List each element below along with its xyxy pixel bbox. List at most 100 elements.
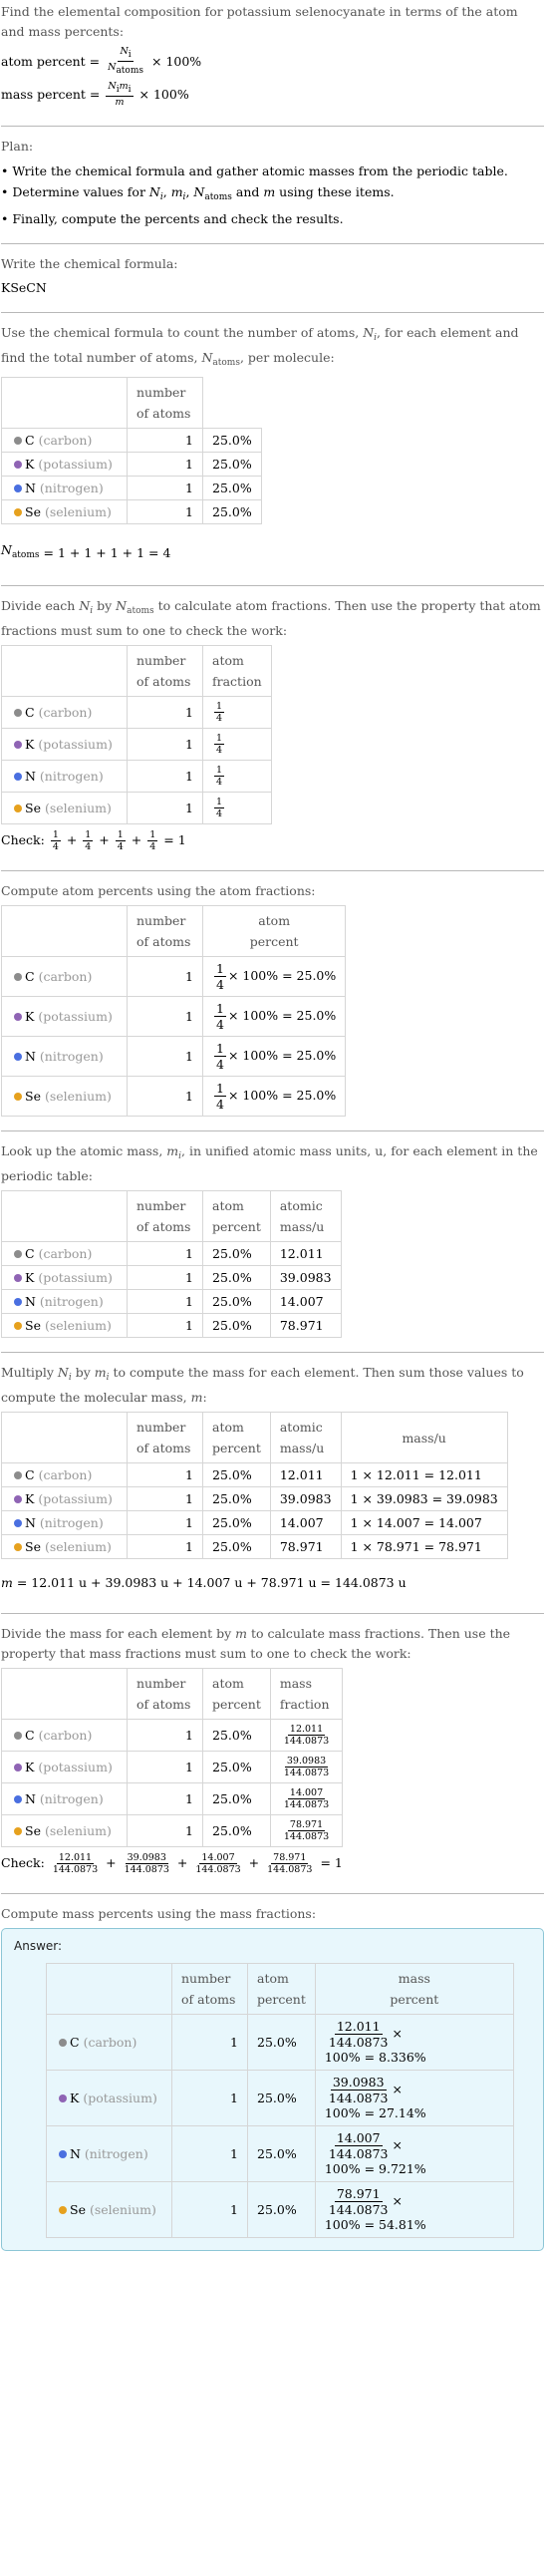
- table-row: N (nitrogen) 1 25.0% 14.007 1 × 14.007 = 14.…: [1, 1510, 508, 1535]
- header-atom-fraction: atom fraction: [202, 645, 272, 697]
- table-row: K (potassium) 1 25.0% 39.0983: [1, 1265, 342, 1290]
- mass-fraction-cell: 39.0983 144.0873: [269, 1751, 344, 1783]
- table-header-row: number of atoms atom percent atomic mass/u …: [1, 1412, 508, 1463]
- element-name: (potassium): [38, 1009, 113, 1024]
- fraction-numerator: 1: [214, 961, 226, 977]
- atom-percent-section: Compute atom percents using the atom fra…: [1, 871, 544, 1130]
- count-intro: Use the chemical formula to count the nu…: [1, 325, 519, 368]
- header-atom-percent: atom percent: [202, 1668, 271, 1720]
- times-sign: ×: [392, 2026, 403, 2041]
- fraction-denominator: 4: [216, 1097, 224, 1112]
- header-number-of-atoms: number of atoms: [127, 1190, 203, 1242]
- element-color-dot-icon: [14, 437, 22, 445]
- times-sign: ×: [392, 2137, 403, 2152]
- element-cell: C (carbon): [1, 1462, 128, 1487]
- plan-item: Finally, compute the percents and check …: [1, 208, 544, 229]
- element-symbol: Se: [25, 801, 41, 815]
- atomic-mass-table: number of atoms atom percent atomic mass/u …: [1, 1190, 342, 1338]
- table-header-row: number of atoms atom percent mass percent: [46, 1963, 514, 2015]
- table-row: N (nitrogen) 1 25.0% 14.007 144.0873 × 100% = …: [46, 2125, 514, 2182]
- mass-percent-section: Compute mass percents using the mass fra…: [1, 1894, 544, 2265]
- atom-percent-cell: 25.0%: [202, 1462, 271, 1487]
- fraction-denominator: 4: [216, 1057, 224, 1072]
- fraction-numerator: 78.971: [287, 1819, 326, 1831]
- atom-percent-cell: 25.0%: [202, 1486, 271, 1511]
- element-name: (potassium): [38, 457, 113, 472]
- check-fraction: 78.971 144.0873: [265, 1852, 314, 1875]
- element-name: (selenium): [89, 2202, 156, 2217]
- formula-section: Write the chemical formula: KSeCN: [1, 244, 544, 312]
- atom-percent-cell: 1 4 × 100% = 25.0%: [201, 1076, 347, 1117]
- atom-percent-cell: 1 4 × 100% = 25.0%: [201, 996, 347, 1037]
- atom-percent-cell: 25.0%: [202, 476, 262, 500]
- element-color-dot-icon: [14, 1471, 22, 1479]
- element-color-dot-icon: [14, 461, 22, 469]
- header-mass-fraction: mass fraction: [269, 1668, 344, 1720]
- atom-count-cell: 1: [127, 1814, 203, 1847]
- atom-count-cell: 1: [127, 792, 203, 824]
- mass-fraction: 78.971 144.0873: [327, 2186, 391, 2217]
- mass-cell: 1 × 78.971 = 78.971: [340, 1534, 508, 1559]
- fraction-denominator: 4: [85, 841, 92, 852]
- mass-cell: 1 × 12.011 = 12.011: [340, 1462, 508, 1487]
- check-fraction: 14: [50, 829, 61, 852]
- table-row: Se (selenium) 1 25.0%: [1, 499, 262, 524]
- table-row: Se (selenium) 1 25.0% 78.971 1 × 78.971 = 78…: [1, 1534, 508, 1559]
- fraction-denominator: 144.0873: [52, 1864, 99, 1875]
- atom-count-cell: 1: [127, 1265, 203, 1290]
- element-symbol: C: [25, 705, 35, 720]
- table-header-row: number of atoms atom percent mass fraction: [1, 1668, 344, 1720]
- mass-fraction: 39.0983 144.0873: [282, 1756, 331, 1778]
- check-fraction: 39.0983 144.0873: [123, 1852, 171, 1875]
- table-header-row: number of atoms atom percent: [1, 905, 347, 957]
- mass-percent-cell: 12.011 144.0873 × 100% = 8.336%: [314, 2014, 514, 2071]
- table-row: N (nitrogen) 1 1 4 × 100% = 25.0%: [1, 1036, 347, 1077]
- mass-fraction-check: Check: 12.011 144.0873 + 39.0983 144.0873 …: [1, 1851, 544, 1875]
- mass-percent-formula: mass percent = Nimi m × 100%: [1, 81, 544, 108]
- mass-fraction-table: number of atoms atom percent mass fraction …: [1, 1668, 344, 1847]
- element-name: (potassium): [38, 737, 113, 752]
- atom-percent-cell: 25.0%: [202, 1289, 271, 1314]
- fraction-denominator: 4: [117, 841, 124, 852]
- element-color-dot-icon: [14, 1519, 22, 1527]
- mass-percent-fraction: Nimi m: [106, 81, 134, 108]
- element-symbol: Se: [25, 1089, 41, 1104]
- fraction-denominator: 4: [216, 977, 224, 992]
- element-cell: N (nitrogen): [1, 1036, 128, 1077]
- element-symbol: K: [25, 737, 35, 752]
- check-fraction: 14: [83, 829, 94, 852]
- element-name: (selenium): [44, 1539, 112, 1554]
- element-color-dot-icon: [14, 1495, 22, 1503]
- atom-percent-fraction: Ni Natoms: [108, 46, 143, 76]
- element-color-dot-icon: [14, 1250, 22, 1258]
- plan-item: Determine values for Ni, mi, Natoms and …: [1, 181, 544, 208]
- atom-count-cell: 1: [127, 760, 203, 793]
- mass-percent-intro: Compute mass percents using the mass fra…: [1, 1906, 317, 1921]
- times-sign: ×: [392, 2082, 403, 2096]
- element-cell: Se (selenium): [1, 1814, 128, 1847]
- header-atom-percent: atom percent: [247, 1963, 316, 2015]
- header-atom-percent: atom percent: [201, 905, 347, 957]
- atom-percent-cell: 1 4 × 100% = 25.0%: [201, 1036, 347, 1077]
- table-row: K (potassium) 1 25.0% 39.0983 144.0873: [1, 1751, 344, 1783]
- fraction-intro: Divide each Ni by Natoms to calculate at…: [1, 598, 541, 638]
- table-row: K (potassium) 1 1 4 × 100% = 25.0%: [1, 996, 347, 1037]
- element-name: (nitrogen): [39, 1791, 104, 1806]
- element-symbol: C: [25, 433, 35, 448]
- element-symbol: C: [25, 1467, 35, 1482]
- fraction-numerator: 14.007: [287, 1787, 326, 1799]
- table-row: K (potassium) 1 25.0%: [1, 452, 262, 477]
- fraction-numerator: 12.011: [334, 2019, 383, 2035]
- element-symbol: N: [25, 1049, 36, 1064]
- element-cell: Se (selenium): [1, 1534, 128, 1559]
- element-symbol: N: [25, 1791, 36, 1806]
- mass-percent-result: 100% = 9.721%: [324, 2161, 426, 2176]
- element-color-dot-icon: [14, 805, 22, 812]
- element-cell: K (potassium): [1, 1486, 128, 1511]
- mass-section: Multiply Ni by mi to compute the mass fo…: [1, 1353, 544, 1613]
- mass-fraction: 39.0983 144.0873: [327, 2075, 391, 2105]
- element-name: (nitrogen): [39, 769, 104, 784]
- atom-count-cell: 1: [127, 1782, 203, 1815]
- header-atomic-mass: atomic mass/u: [269, 1412, 342, 1463]
- molecular-mass-equation: m = 12.011 u + 39.0983 u + 14.007 u + 78…: [1, 1571, 544, 1595]
